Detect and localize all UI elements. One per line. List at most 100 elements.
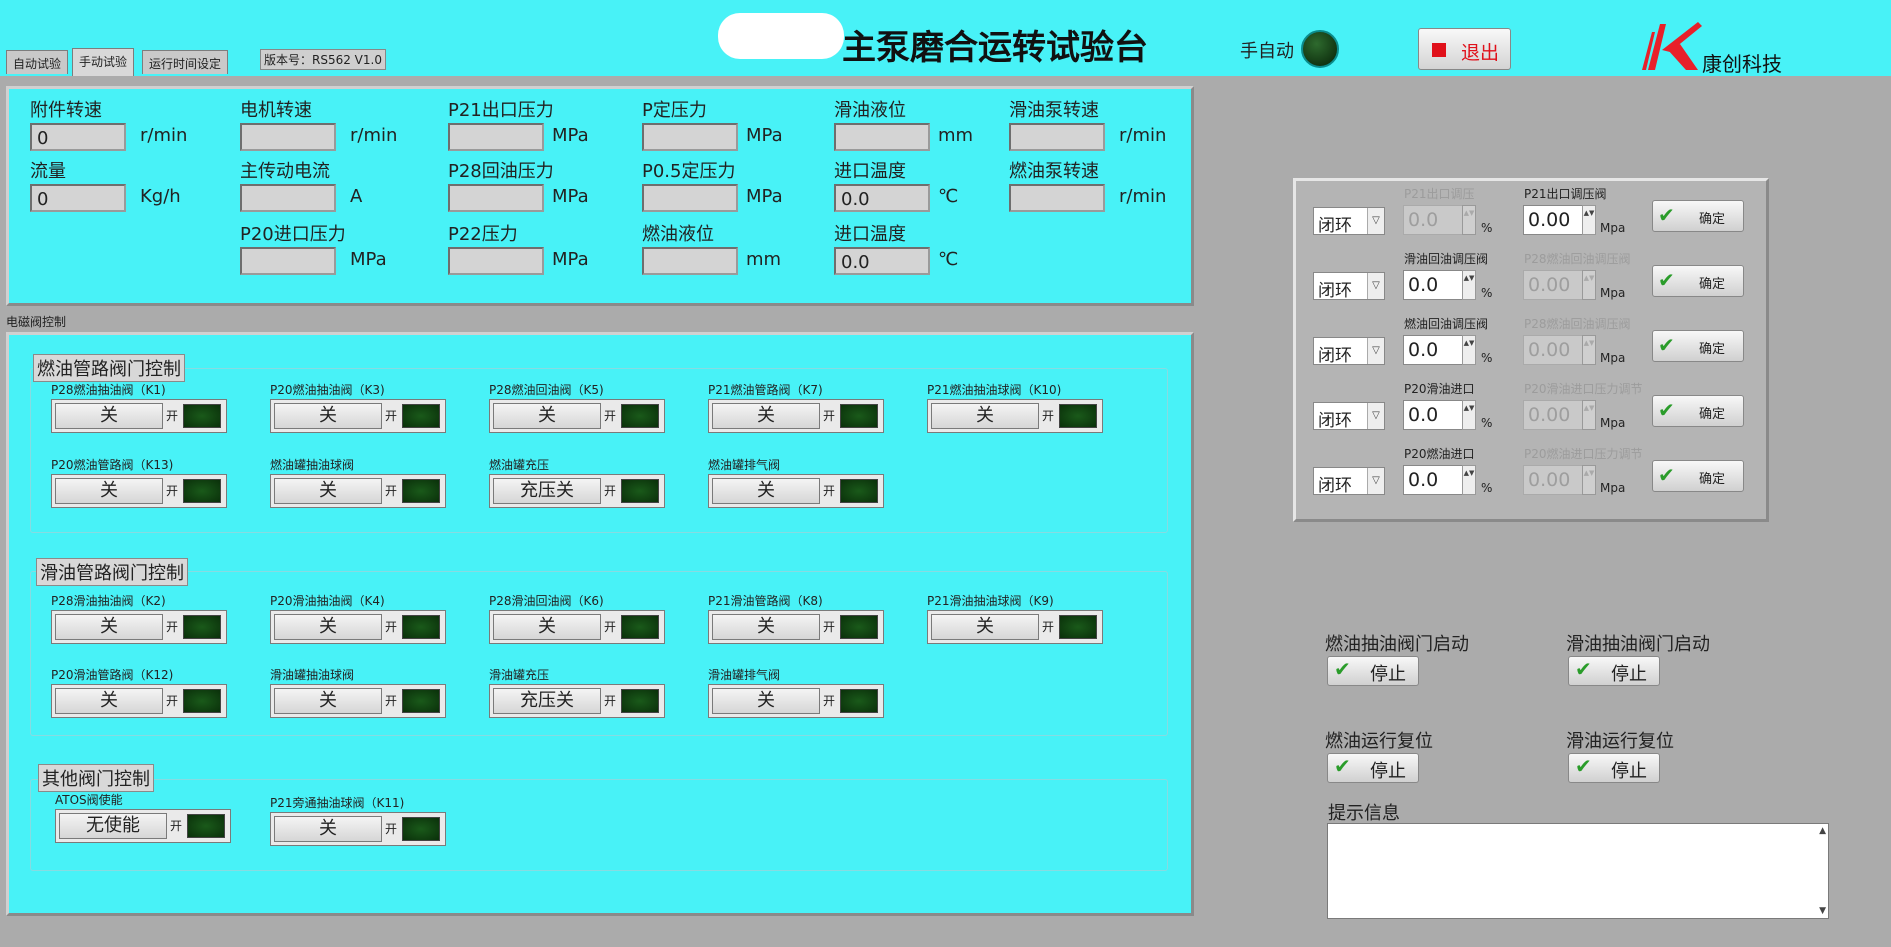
- tab-manual-test[interactable]: 手动试验: [72, 48, 135, 76]
- measure-field: [1009, 123, 1105, 151]
- chevron-down-icon: ▽: [1367, 208, 1384, 234]
- valve-button[interactable]: 关: [493, 403, 601, 429]
- check-icon: ✔: [1658, 398, 1675, 422]
- check-icon: ✔: [1575, 657, 1592, 681]
- stop-label: 停止: [1611, 761, 1647, 782]
- mode-select[interactable]: 闭环 ▽: [1313, 402, 1385, 431]
- measure-unit: MPa: [552, 125, 589, 146]
- spin-arrows-icon: ▲▼: [1582, 335, 1596, 365]
- valve-button[interactable]: 关: [55, 688, 163, 714]
- tab-runtime-setting[interactable]: 运行时间设定: [142, 50, 229, 74]
- measure-unit: MPa: [552, 186, 589, 207]
- action-label: 燃油抽油阀门启动: [1325, 634, 1469, 655]
- valve-button[interactable]: 关: [712, 614, 820, 640]
- measure-unit: r/min: [140, 125, 188, 146]
- spin-arrows-icon[interactable]: ▲▼: [1462, 270, 1476, 300]
- check-icon: ✔: [1658, 203, 1675, 227]
- spin-arrows-icon[interactable]: ▲▼: [1582, 205, 1596, 235]
- confirm-button[interactable]: ✔ 确定: [1652, 265, 1744, 297]
- valve-label: P28滑油回油阀（K6): [489, 594, 604, 608]
- scroll-down-icon[interactable]: ▼: [1819, 906, 1826, 916]
- stop-button[interactable]: ✔ 停止: [1568, 753, 1660, 783]
- spin-arrows-icon: ▲▼: [1582, 400, 1596, 430]
- valve-button[interactable]: 关: [55, 614, 163, 640]
- stop-button[interactable]: ✔ 停止: [1327, 656, 1419, 686]
- confirm-label: 确定: [1699, 407, 1726, 422]
- valve-button[interactable]: 关: [712, 688, 820, 714]
- percent-input[interactable]: 0.0: [1403, 465, 1469, 495]
- valve-on-label: 开: [823, 620, 836, 634]
- info-textarea[interactable]: ▲ ▼: [1327, 823, 1829, 919]
- mode-select-value: 闭环: [1318, 216, 1352, 236]
- valve-button[interactable]: 关: [55, 403, 163, 429]
- confirm-button[interactable]: ✔ 确定: [1652, 200, 1744, 232]
- valve-button[interactable]: 关: [55, 478, 163, 504]
- percent-input[interactable]: 0.0: [1403, 335, 1469, 365]
- valve-button[interactable]: 无使能: [59, 813, 167, 839]
- valve-indicator-led: [183, 615, 221, 639]
- valve-button[interactable]: 关: [931, 403, 1039, 429]
- measure-field: [642, 184, 738, 212]
- pressure-unit: Mpa: [1600, 351, 1626, 365]
- valve-indicator-led: [183, 689, 221, 713]
- exit-button[interactable]: 退出: [1418, 28, 1511, 70]
- pressure-input[interactable]: 0.00: [1523, 205, 1589, 235]
- valve-button[interactable]: 关: [274, 403, 382, 429]
- valve-indicator-led: [621, 689, 659, 713]
- mode-select[interactable]: 闭环 ▽: [1313, 467, 1385, 496]
- spin-arrows-icon[interactable]: ▲▼: [1462, 465, 1476, 495]
- stop-button[interactable]: ✔ 停止: [1327, 753, 1419, 783]
- valve-button[interactable]: 关: [274, 816, 382, 842]
- valve-switch: 关开: [708, 474, 884, 508]
- mode-select[interactable]: 闭环 ▽: [1313, 207, 1385, 236]
- valve-button[interactable]: 关: [712, 478, 820, 504]
- pressure-unit: Mpa: [1600, 221, 1626, 235]
- measure-label: P21出口压力: [448, 100, 554, 121]
- measure-field: [1009, 184, 1105, 212]
- percent-input[interactable]: 0.0: [1403, 270, 1469, 300]
- valve-on-label: 开: [1042, 409, 1055, 423]
- spin-arrows-icon[interactable]: ▲▼: [1462, 335, 1476, 365]
- measure-unit: r/min: [350, 125, 398, 146]
- measure-field: [448, 123, 544, 151]
- check-icon: ✔: [1334, 754, 1351, 778]
- scroll-up-icon[interactable]: ▲: [1819, 826, 1826, 836]
- confirm-button[interactable]: ✔ 确定: [1652, 395, 1744, 427]
- spin-arrows-icon[interactable]: ▲▼: [1462, 400, 1476, 430]
- measure-field: [448, 184, 544, 212]
- stop-label: 停止: [1370, 761, 1406, 782]
- valve-on-label: 开: [166, 694, 179, 708]
- valve-on-label: 开: [604, 484, 617, 498]
- valve-switch: 关开: [51, 684, 227, 718]
- valve-button[interactable]: 关: [712, 403, 820, 429]
- logo-text: 康创科技: [1702, 52, 1782, 76]
- confirm-button[interactable]: ✔ 确定: [1652, 330, 1744, 362]
- auto-mode-led: [1301, 30, 1339, 68]
- valve-button[interactable]: 关: [274, 478, 382, 504]
- regulator-label: P20滑油进口: [1404, 382, 1475, 396]
- valve-button[interactable]: 关: [493, 614, 601, 640]
- valve-button[interactable]: 关: [274, 614, 382, 640]
- measure-label: 电机转速: [240, 100, 312, 121]
- valve-switch: 关开: [708, 399, 884, 433]
- valve-label: P20滑油管路阀（K12): [51, 668, 174, 682]
- mode-select[interactable]: 闭环 ▽: [1313, 337, 1385, 366]
- pressure-label: P20滑油进口压力调节: [1524, 382, 1643, 396]
- mode-select[interactable]: 闭环 ▽: [1313, 272, 1385, 301]
- valve-on-label: 开: [385, 620, 398, 634]
- pressure-input: 0.00: [1523, 465, 1589, 495]
- valve-label: P28燃油抽油阀（K1): [51, 383, 166, 397]
- measure-unit: MPa: [552, 249, 589, 270]
- valve-indicator-led: [840, 479, 878, 503]
- valve-button[interactable]: 关: [931, 614, 1039, 640]
- stop-button[interactable]: ✔ 停止: [1568, 656, 1660, 686]
- measure-unit: r/min: [1119, 186, 1167, 207]
- confirm-button[interactable]: ✔ 确定: [1652, 460, 1744, 492]
- valve-button[interactable]: 充压关: [493, 478, 601, 504]
- valve-button[interactable]: 充压关: [493, 688, 601, 714]
- tab-auto-test[interactable]: 自动试验: [6, 50, 69, 74]
- valve-button[interactable]: 关: [274, 688, 382, 714]
- confirm-label: 确定: [1699, 277, 1726, 292]
- measure-unit: A: [350, 186, 363, 207]
- percent-input[interactable]: 0.0: [1403, 400, 1469, 430]
